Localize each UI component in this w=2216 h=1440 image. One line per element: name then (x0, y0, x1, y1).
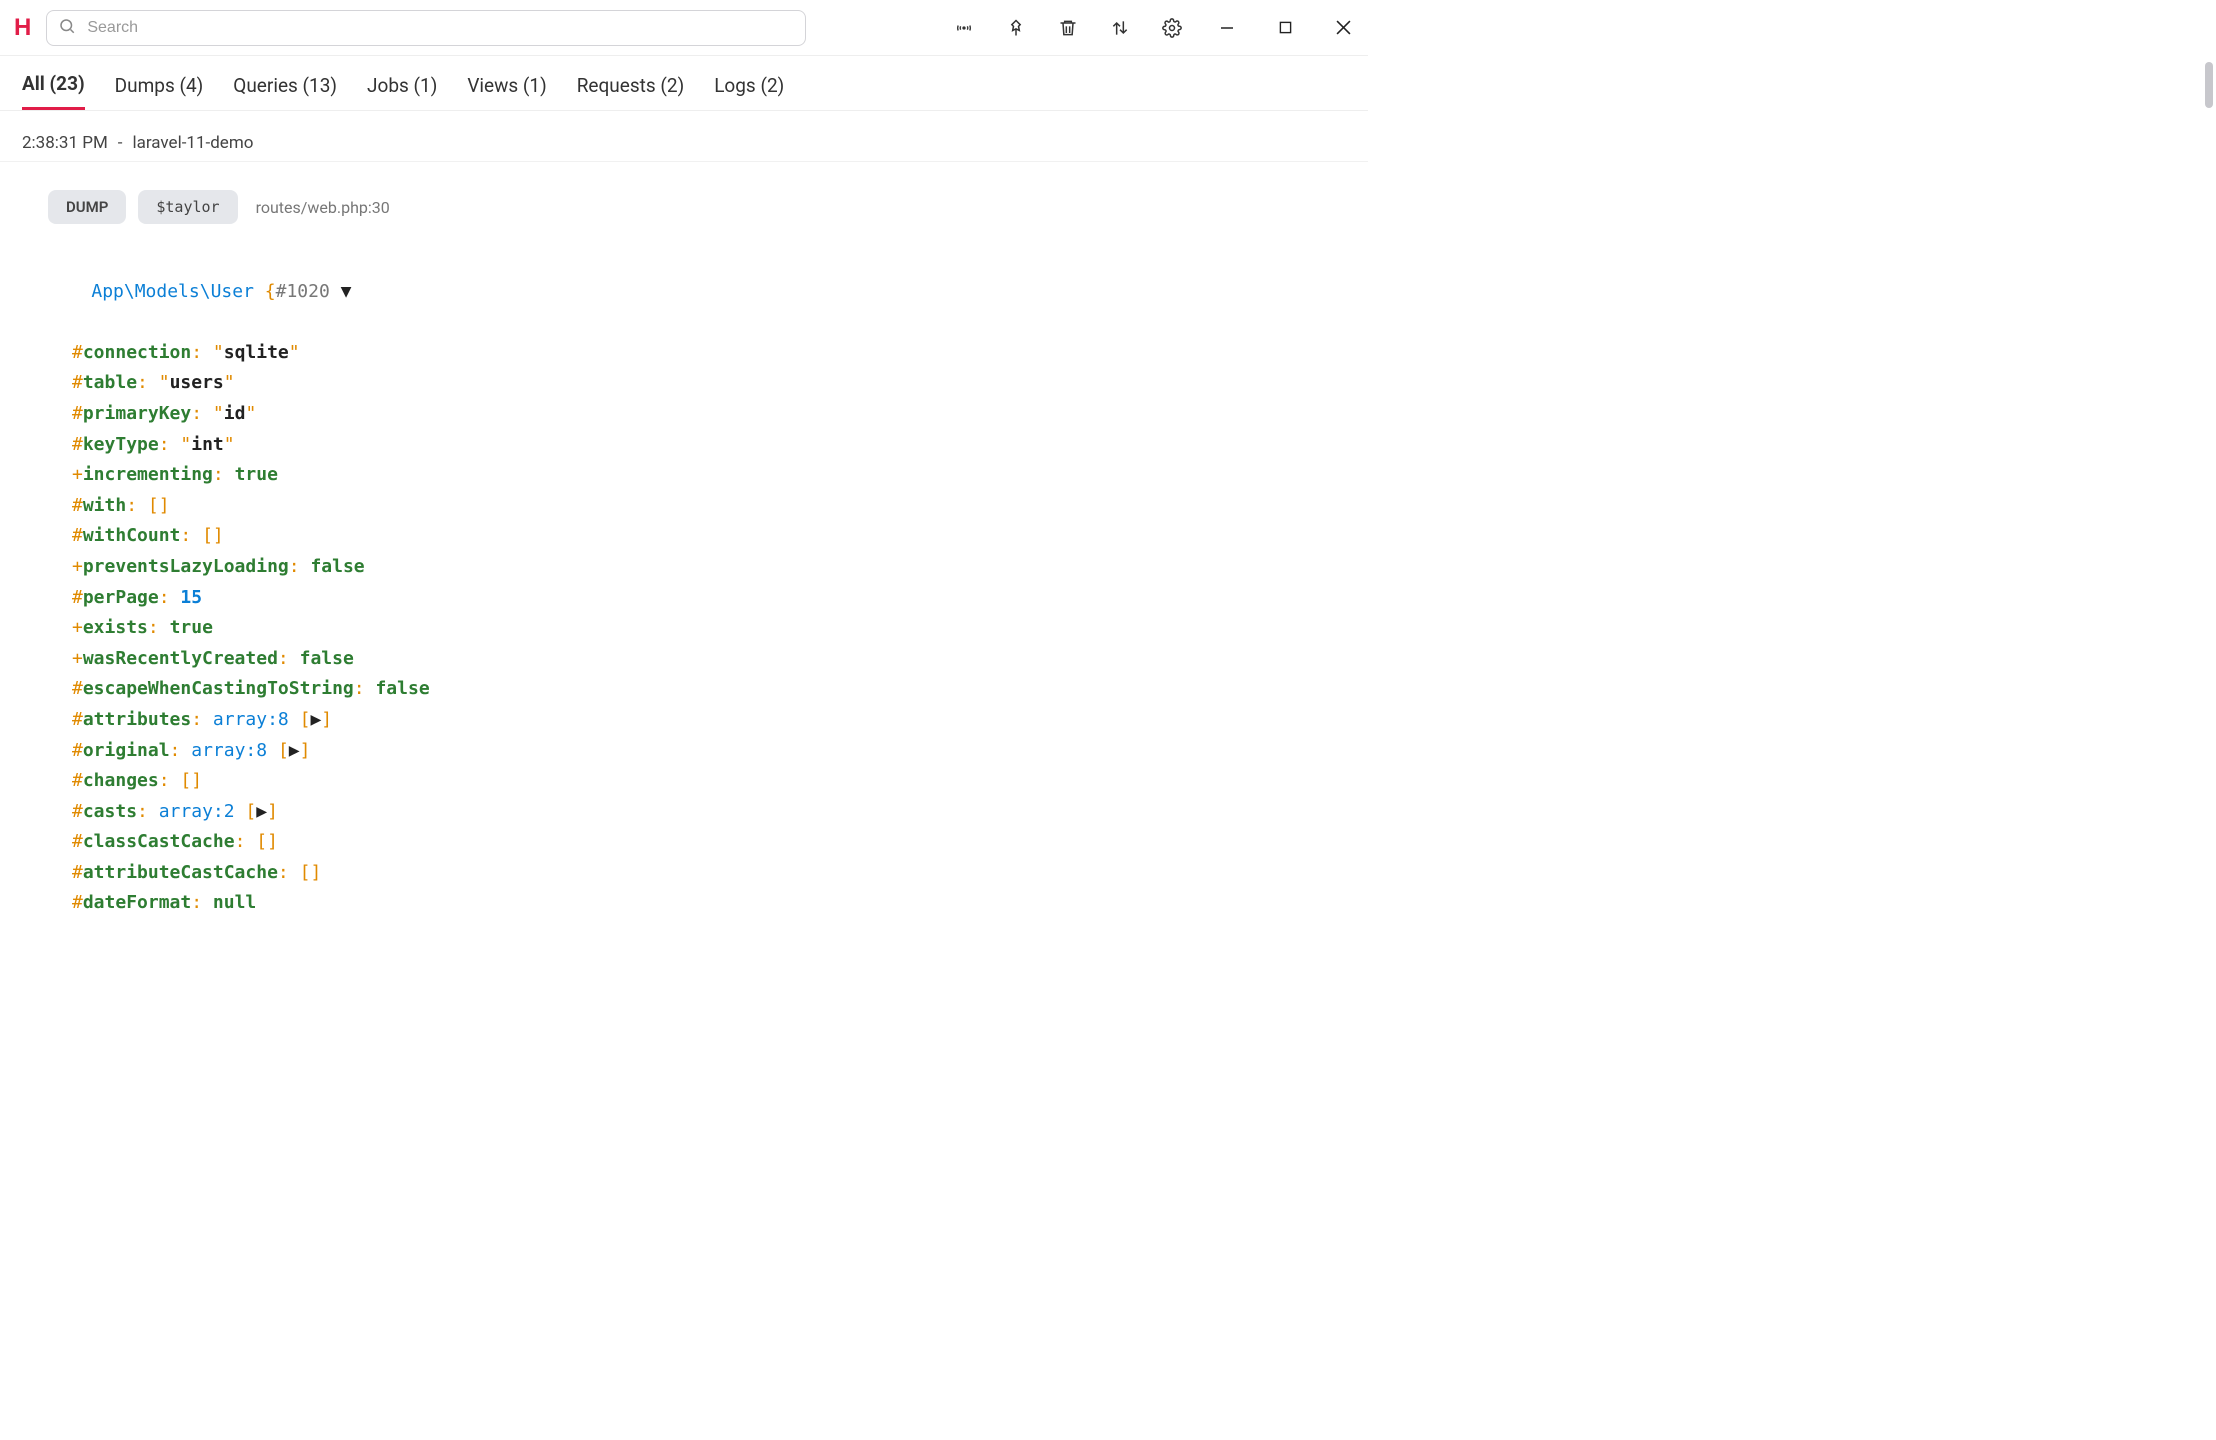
broadcast-icon[interactable] (954, 18, 974, 38)
collapse-caret-icon[interactable]: ▼ (341, 281, 352, 302)
filter-tab[interactable]: Queries (13) (233, 74, 337, 109)
dump-badges: DUMP $taylor routes/web.php:30 (48, 190, 1346, 224)
dump-property: #table: "users" (72, 368, 1346, 399)
filter-tab[interactable]: Logs (2) (714, 74, 784, 109)
toolbar-actions (954, 18, 1182, 38)
filter-tabs: All (23) Dumps (4) Queries (13) Jobs (1) Vie… (0, 56, 1368, 111)
entry-time: 2:38:31 PM (22, 133, 108, 153)
dump-property: #dateFormat: null (72, 888, 1346, 919)
scrollbar-thumb[interactable] (2205, 62, 2213, 108)
dump-property: #attributeCastCache: [] (72, 858, 1346, 889)
dump-property: +wasRecentlyCreated: false (72, 644, 1346, 675)
dump-property: #original: array:8 [▶] (72, 736, 1346, 767)
dump-property: #primaryKey: "id" (72, 399, 1346, 430)
dump-property: #escapeWhenCastingToString: false (72, 674, 1346, 705)
search-wrap (46, 10, 924, 46)
dump-property: +preventsLazyLoading: false (72, 552, 1346, 583)
trash-icon[interactable] (1058, 18, 1078, 38)
open-brace: { (265, 281, 276, 302)
dump-area: DUMP $taylor routes/web.php:30 App\Model… (0, 162, 1368, 1000)
entry-header: 2:38:31 PM - laravel-11-demo (0, 111, 1368, 162)
filter-tab[interactable]: All (23) (22, 72, 85, 110)
pin-icon[interactable] (1006, 18, 1026, 38)
dump-property: #attributes: array:8 [▶] (72, 705, 1346, 736)
dump-property: #perPage: 15 (72, 583, 1346, 614)
dump-object-id: #1020 (276, 281, 330, 302)
gear-icon[interactable] (1162, 18, 1182, 38)
entry-source: laravel-11-demo (133, 133, 254, 153)
dump-property: #connection: "sqlite" (72, 338, 1346, 369)
dump-type-badge: DUMP (48, 190, 126, 224)
dump-var-badge: $taylor (138, 190, 237, 224)
filter-tab[interactable]: Views (1) (467, 74, 546, 109)
dump-property: +incrementing: true (72, 460, 1346, 491)
expand-caret-icon[interactable]: ▶ (289, 740, 300, 761)
dump-property: #withCount: [] (72, 521, 1346, 552)
search-input[interactable] (46, 10, 806, 46)
filter-tab[interactable]: Dumps (4) (115, 74, 204, 109)
sort-icon[interactable] (1110, 18, 1130, 38)
dump-source-ref[interactable]: routes/web.php:30 (256, 198, 390, 217)
filter-tab[interactable]: Requests (2) (577, 74, 684, 109)
dump-output: App\Models\User {#1020 ▼ #connection: "s… (48, 246, 1346, 980)
search-icon (58, 17, 76, 39)
dump-property: #classCastCache: [] (72, 827, 1346, 858)
dump-property: +exists: true (72, 613, 1346, 644)
dump-property: #with: [] (72, 491, 1346, 522)
filter-tab[interactable]: Jobs (1) (367, 74, 437, 109)
maximize-button[interactable] (1274, 17, 1296, 39)
expand-caret-icon[interactable]: ▶ (256, 801, 267, 822)
app-logo: H (14, 14, 30, 42)
close-button[interactable] (1332, 17, 1354, 39)
dump-property: #casts: array:2 [▶] (72, 797, 1346, 828)
window-controls (1216, 17, 1354, 39)
expand-caret-icon[interactable]: ▶ (310, 709, 321, 730)
titlebar: H (0, 0, 1368, 56)
dump-property: #changes: [] (72, 766, 1346, 797)
minimize-button[interactable] (1216, 17, 1238, 39)
dump-class[interactable]: App\Models\User (91, 281, 254, 302)
dump-property: #keyType: "int" (72, 430, 1346, 461)
entry-sep: - (118, 133, 123, 153)
